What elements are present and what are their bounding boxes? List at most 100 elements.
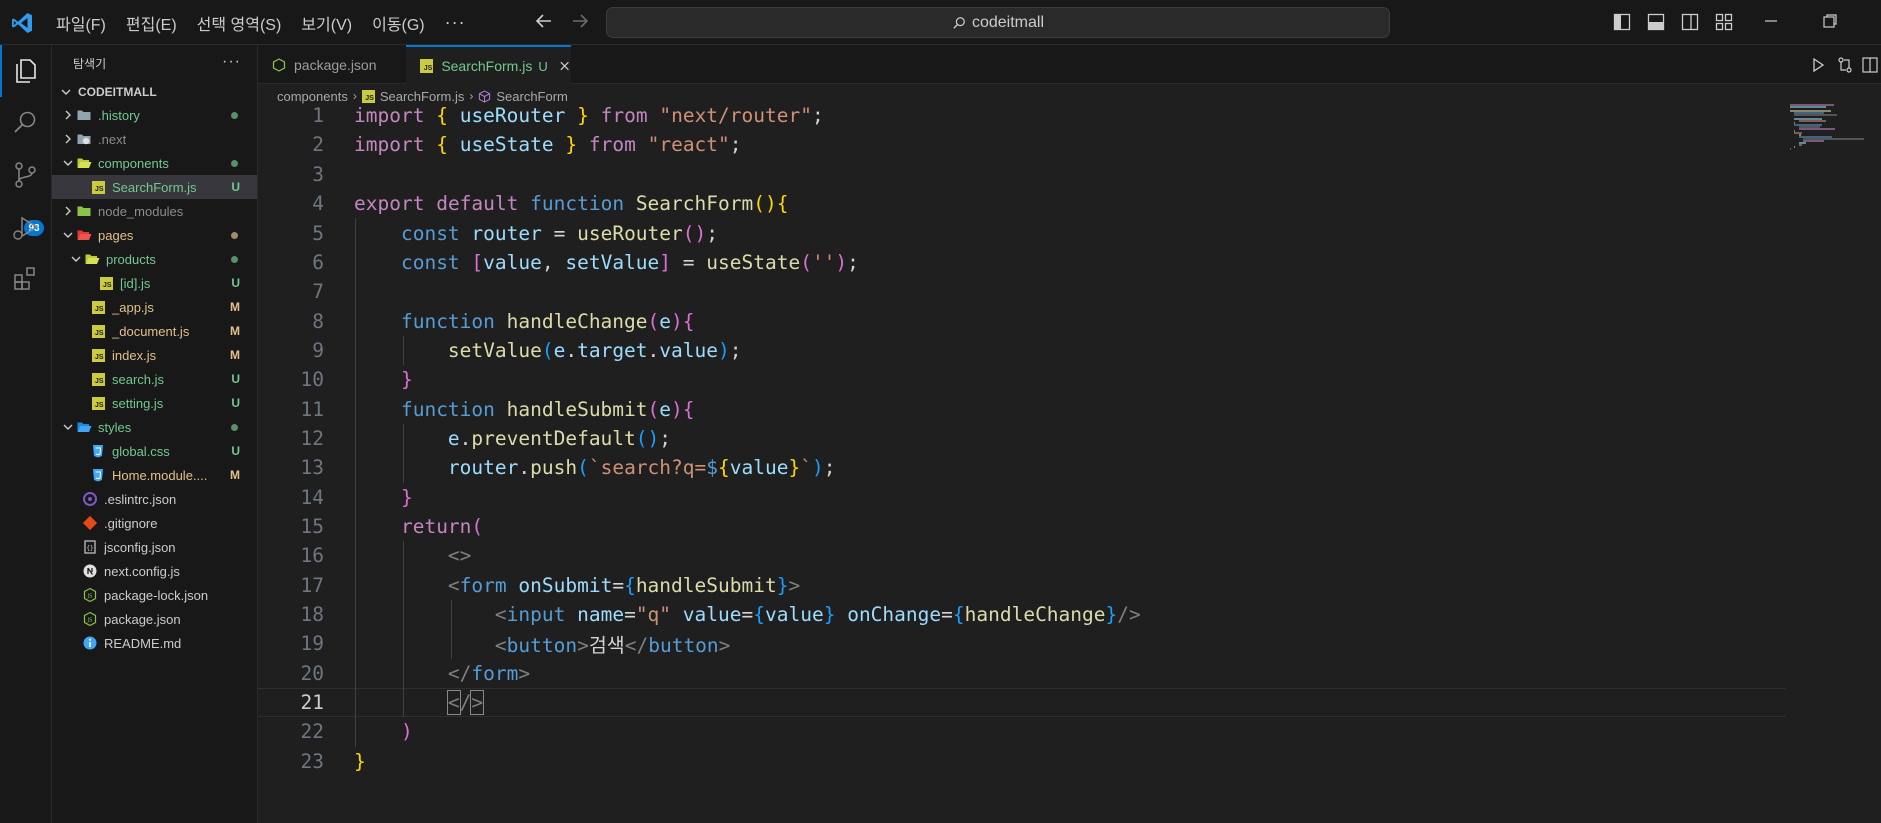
menu-view[interactable]: 보기(V)	[291, 0, 362, 45]
code-line[interactable]: 13 router.push(`search?q=${value}`);	[258, 453, 1778, 482]
svg-text:JS: JS	[87, 594, 93, 600]
menu-selection[interactable]: 선택 영역(S)	[187, 0, 292, 45]
menu-more-button[interactable]: ···	[435, 0, 476, 45]
code-line[interactable]: 6 const [value, setValue] = useState('')…	[258, 248, 1778, 277]
code-line[interactable]: 23}	[258, 747, 1778, 776]
tab-label: SearchForm.js	[441, 58, 533, 74]
tree-item[interactable]: global.css U	[52, 439, 257, 463]
code-line[interactable]: 16 <>	[258, 541, 1778, 570]
tab-searchform-js[interactable]: JS SearchForm.js U	[406, 45, 571, 85]
code-line[interactable]: 7	[258, 277, 1778, 306]
menu-edit[interactable]: 편집(E)	[116, 0, 187, 45]
code-line[interactable]: 9 setValue(e.target.value);	[258, 336, 1778, 365]
toggle-panel-icon[interactable]	[1646, 12, 1666, 32]
js-file-icon: JS	[90, 371, 106, 387]
explorer-sidebar: 탐색기 ··· CODEITMALL .history .next componen…	[52, 45, 258, 823]
folder-icon	[76, 203, 92, 219]
tree-item[interactable]: JS search.js U	[52, 367, 257, 391]
tree-item[interactable]: JS SearchForm.js U	[52, 175, 257, 199]
close-icon[interactable]	[558, 59, 571, 73]
tree-item[interactable]: JS package.json	[52, 607, 257, 631]
workspace-section[interactable]: CODEITMALL	[52, 81, 257, 103]
tree-item[interactable]: JS setting.js U	[52, 391, 257, 415]
code-line[interactable]: 4 export default function SearchForm(){	[258, 189, 1778, 218]
command-center-search[interactable]: codeitmall	[606, 7, 1390, 38]
tree-item-label: search.js	[112, 371, 165, 387]
customize-layout-icon[interactable]	[1714, 12, 1734, 32]
line-number: 1	[312, 104, 324, 128]
code-editor[interactable]: 1 import { useRouter } from "next/router"…	[258, 104, 1786, 823]
code-line[interactable]: 17 <form onSubmit={handleSubmit}>	[258, 571, 1778, 600]
code-line[interactable]: 5 const router = useRouter();	[258, 218, 1778, 247]
chevron-down-icon	[68, 251, 84, 267]
code-line[interactable]: 22 )	[258, 717, 1778, 746]
source-control-icon[interactable]	[10, 159, 42, 191]
code-line[interactable]: 18 <input name="q" value={value} onChang…	[258, 600, 1778, 629]
tree-item[interactable]: pages	[52, 223, 257, 247]
explorer-icon[interactable]	[10, 55, 42, 87]
code-line[interactable]: 12 e.preventDefault();	[258, 424, 1778, 453]
code-line[interactable]: 3	[258, 160, 1778, 189]
tree-item[interactable]: .history	[52, 103, 257, 127]
folder-icon	[76, 227, 92, 243]
code-text: function handleSubmit(e){	[400, 397, 695, 421]
run-debug-icon[interactable]	[10, 211, 42, 243]
compare-changes-icon[interactable]	[1836, 56, 1854, 74]
code-text: e.preventDefault();	[447, 426, 672, 450]
tree-item[interactable]: JS _document.js M	[52, 319, 257, 343]
chevron-right-icon	[60, 203, 76, 219]
tree-item[interactable]: next.config.js	[52, 559, 257, 583]
code-line[interactable]: 14 }	[258, 483, 1778, 512]
tree-item[interactable]: JS package-lock.json	[52, 583, 257, 607]
tree-item[interactable]: styles	[52, 415, 257, 439]
tree-item[interactable]: Home.module.... M	[52, 463, 257, 487]
vscode-logo-icon[interactable]	[10, 11, 34, 35]
tree-item-label: .eslintrc.json	[104, 491, 177, 507]
code-line[interactable]: 2 import { useState } from "react";	[258, 130, 1778, 159]
minimap-line	[1794, 114, 1838, 116]
toggle-secondary-sidebar-icon[interactable]	[1680, 12, 1700, 32]
tree-item-label: SearchForm.js	[112, 179, 197, 195]
tree-item[interactable]: README.md	[52, 631, 257, 655]
tree-item[interactable]: {} jsconfig.json	[52, 535, 257, 559]
menu-go[interactable]: 이동(G)	[362, 0, 435, 45]
line-number: 16	[300, 544, 324, 568]
code-line[interactable]: 21 </>	[258, 688, 1786, 718]
line-number: 14	[300, 485, 324, 509]
split-editor-icon[interactable]	[1861, 56, 1879, 74]
tree-item[interactable]: node_modules	[52, 199, 257, 223]
menu-file[interactable]: 파일(F)	[46, 0, 116, 45]
minimize-icon[interactable]	[1761, 11, 1781, 31]
tree-item-label: products	[106, 251, 156, 267]
tree-item[interactable]: .eslintrc.json	[52, 487, 257, 511]
code-line[interactable]: 10 }	[258, 365, 1778, 394]
code-line[interactable]: 1 import { useRouter } from "next/router"…	[258, 101, 1778, 130]
minimap[interactable]	[1790, 104, 1870, 154]
code-line[interactable]: 19 <button>검색</button>	[258, 629, 1778, 658]
restore-icon[interactable]	[1820, 11, 1840, 31]
forward-arrow-icon[interactable]	[569, 10, 591, 32]
line-number: 4	[312, 192, 324, 216]
node-icon: JS	[82, 587, 98, 603]
code-line[interactable]: 8 function handleChange(e){	[258, 306, 1778, 335]
tree-item[interactable]: products	[52, 247, 257, 271]
extensions-icon[interactable]	[10, 263, 42, 295]
tree-item[interactable]: components	[52, 151, 257, 175]
explorer-more-button[interactable]: ···	[222, 53, 241, 71]
tree-item[interactable]: JS [id].js U	[52, 271, 257, 295]
code-line[interactable]: 20 </form>	[258, 659, 1778, 688]
tree-item[interactable]: JS index.js M	[52, 343, 257, 367]
status-dot	[231, 159, 238, 167]
tree-item[interactable]: JS _app.js M	[52, 295, 257, 319]
tree-item[interactable]: .gitignore	[52, 511, 257, 535]
code-line[interactable]: 11 function handleSubmit(e){	[258, 395, 1778, 424]
back-arrow-icon[interactable]	[533, 10, 555, 32]
toggle-primary-sidebar-icon[interactable]	[1612, 12, 1632, 32]
tab-package-json[interactable]: package.json	[258, 45, 406, 84]
git-status-badge: M	[230, 300, 240, 314]
code-line[interactable]: 15 return(	[258, 512, 1778, 541]
search-icon[interactable]	[10, 107, 42, 139]
folder-icon	[76, 131, 92, 147]
run-icon[interactable]	[1809, 56, 1827, 74]
tree-item[interactable]: .next	[52, 127, 257, 151]
